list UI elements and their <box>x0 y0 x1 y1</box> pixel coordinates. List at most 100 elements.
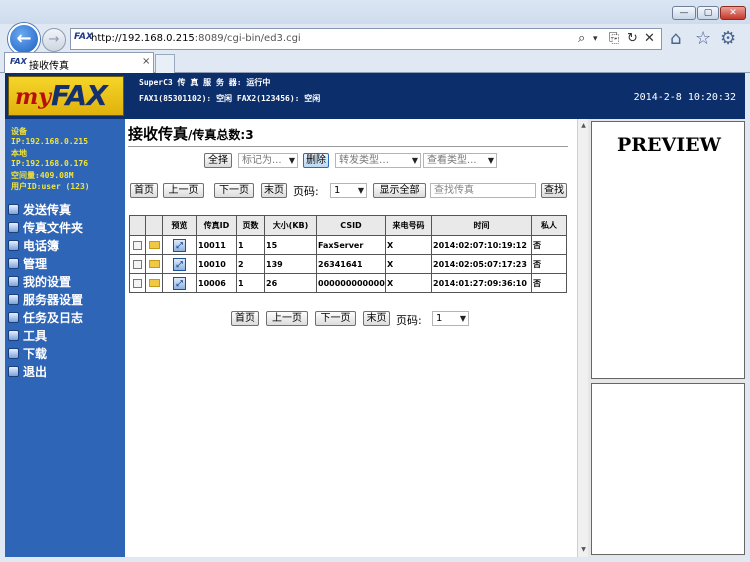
sidebar-item-manage[interactable]: 管理 <box>8 256 122 273</box>
show-all-button[interactable]: 显示全部 <box>373 183 426 198</box>
window-minimize-button[interactable]: — <box>672 6 696 20</box>
sidebar-item-fax-folder[interactable]: 传真文件夹 <box>8 220 122 237</box>
manage-icon <box>8 258 19 269</box>
header-fax-id[interactable]: 传真ID <box>196 215 237 236</box>
sidebar-item-label: 发送传真 <box>23 203 72 217</box>
logo-fax-text: FAX <box>51 79 108 112</box>
info-device-ip: IP:192.168.0.215 <box>11 137 89 146</box>
select-all-button[interactable]: 全择 <box>204 153 232 168</box>
header-csid[interactable]: CSID <box>316 215 386 236</box>
cell-size: 26 <box>264 273 317 293</box>
cell-caller: X <box>385 235 432 255</box>
info-space: 空间量:409.08M <box>11 171 74 180</box>
header-caller[interactable]: 来电号码 <box>385 215 432 236</box>
bottom-prev-page-button[interactable]: 上一页 <box>266 311 308 326</box>
scroll-up-icon[interactable]: ▲ <box>579 121 588 130</box>
address-bar[interactable]: FAX http://192.168.0.215:8089/cgi-bin/ed… <box>70 28 662 50</box>
preview-box: PREVIEW <box>591 121 745 379</box>
header-time[interactable]: 时间 <box>431 215 532 236</box>
row-checkbox[interactable] <box>133 240 142 250</box>
page-number-select[interactable]: 1 ▼ <box>330 183 367 198</box>
cell-fax-id: 10010 <box>196 254 237 274</box>
tab-title: 接收传真 <box>29 61 69 72</box>
scroll-down-icon[interactable]: ▼ <box>579 545 588 554</box>
back-button[interactable]: ← <box>8 23 40 55</box>
sidebar-item-send-fax[interactable]: 发送传真 <box>8 202 122 219</box>
content-scrollbar[interactable]: ▲ ▼ <box>577 119 588 557</box>
tab-receive-fax[interactable]: FAX 接收传真 × <box>4 52 154 73</box>
forward-type-select[interactable]: 转发类型… ▼ <box>335 153 421 168</box>
row-checkbox[interactable] <box>133 278 142 288</box>
cell-caller: X <box>385 254 432 274</box>
bottom-next-page-button[interactable]: 下一页 <box>315 311 356 326</box>
current-datetime: 2014-2-8 10:20:32 <box>633 92 736 103</box>
first-page-button[interactable]: 首页 <box>130 183 158 198</box>
cell-csid: 0000000000000 <box>316 273 386 293</box>
preview-icon[interactable]: ⤢ <box>173 257 186 271</box>
stop-icon[interactable]: ✕ <box>644 31 655 47</box>
title-divider <box>128 146 568 147</box>
table-row[interactable]: ⤢ 10006 1 26 0000000000000 X 2014:01:27:… <box>129 273 567 293</box>
forward-button[interactable]: → <box>42 28 66 52</box>
url-text[interactable]: http://192.168.0.215:8089/cgi-bin/ed3.cg… <box>91 33 301 44</box>
bottom-last-page-button[interactable]: 末页 <box>363 311 390 326</box>
sidebar-item-download[interactable]: 下载 <box>8 346 122 363</box>
cell-fax-id: 10011 <box>196 235 237 255</box>
forward-type-value: 转发类型… <box>339 155 389 166</box>
app-header: my FAX SuperC3 传 真 服 务 器: 运行中 FAX1(85301… <box>5 73 745 119</box>
table-row[interactable]: ⤢ 10010 2 139 26341641 X 2014:02:05:07:1… <box>129 254 567 274</box>
window-maximize-button[interactable]: ▢ <box>697 6 719 20</box>
tab-close-icon[interactable]: × <box>142 56 150 67</box>
sidebar-item-server-settings[interactable]: 服务器设置 <box>8 292 122 309</box>
prev-page-button[interactable]: 上一页 <box>163 183 204 198</box>
preview-icon[interactable]: ⤢ <box>173 276 186 290</box>
sidebar-item-tasks-logs[interactable]: 任务及日志 <box>8 310 122 327</box>
phonebook-icon <box>8 240 19 251</box>
delete-button[interactable]: 删除 <box>303 153 329 168</box>
sidebar-item-logout[interactable]: 退出 <box>8 364 122 381</box>
header-private[interactable]: 私人 <box>531 215 567 236</box>
fax-table: 预览 传真ID 页数 大小(KB) CSID 来电号码 时间 私人 ⤢ 1001… <box>129 215 567 293</box>
compatibility-view-icon[interactable]: ⎘ <box>609 31 619 47</box>
server-status: SuperC3 传 真 服 务 器: 运行中 <box>139 78 271 87</box>
mark-as-value: 标记为... <box>242 155 282 166</box>
refresh-icon[interactable]: ↻ <box>627 31 638 47</box>
new-tab-button[interactable] <box>155 54 175 73</box>
settings-gear-icon[interactable]: ⚙ <box>720 28 736 50</box>
next-page-button[interactable]: 下一页 <box>214 183 254 198</box>
search-icon[interactable]: ⌕ <box>578 31 585 47</box>
bottom-first-page-button[interactable]: 首页 <box>231 311 259 326</box>
preview-panel: PREVIEW <box>588 119 745 557</box>
preview-icon[interactable]: ⤢ <box>173 238 186 252</box>
sidebar-item-phonebook[interactable]: 电话簿 <box>8 238 122 255</box>
search-button[interactable]: 查找 <box>541 183 567 198</box>
row-checkbox[interactable] <box>133 259 142 269</box>
last-page-button[interactable]: 末页 <box>261 183 287 198</box>
cell-pages: 1 <box>236 235 265 255</box>
bottom-page-number-value: 1 <box>436 313 443 324</box>
web-page: my FAX SuperC3 传 真 服 务 器: 运行中 FAX1(85301… <box>5 73 745 557</box>
tab-favicon-icon: FAX <box>10 57 27 66</box>
main-content: 接收传真/传真总数:3 全择 标记为... ▼ 删除 转发类型… ▼ 查看类型...… <box>125 119 577 557</box>
window-close-button[interactable]: ✕ <box>720 6 746 20</box>
cell-private: 否 <box>531 235 567 255</box>
header-size[interactable]: 大小(KB) <box>264 215 317 236</box>
search-fax-input[interactable]: 查找传真 <box>430 183 536 198</box>
bottom-page-number-select[interactable]: 1 ▼ <box>432 311 469 326</box>
logo-my-text: my <box>15 84 52 110</box>
view-type-select[interactable]: 查看类型... ▼ <box>423 153 497 168</box>
favorites-star-icon[interactable]: ☆ <box>695 28 711 50</box>
table-row[interactable]: ⤢ 10011 1 15 FaxServer X 2014:02:07:10:1… <box>129 235 567 255</box>
sidebar-item-tools[interactable]: 工具 <box>8 328 122 345</box>
header-preview[interactable]: 预览 <box>162 215 197 236</box>
search-dropdown-icon[interactable]: ▾ <box>593 31 598 47</box>
home-icon[interactable]: ⌂ <box>670 28 681 50</box>
cell-size: 15 <box>264 235 317 255</box>
header-pages[interactable]: 页数 <box>236 215 265 236</box>
sidebar-item-label: 我的设置 <box>23 275 72 289</box>
table-header-row: 预览 传真ID 页数 大小(KB) CSID 来电号码 时间 私人 <box>129 215 567 236</box>
mark-as-select[interactable]: 标记为... ▼ <box>238 153 298 168</box>
sidebar-item-label: 电话簿 <box>23 239 60 253</box>
cell-time: 2014:02:05:07:17:23 <box>431 254 532 274</box>
sidebar-item-my-settings[interactable]: 我的设置 <box>8 274 122 291</box>
